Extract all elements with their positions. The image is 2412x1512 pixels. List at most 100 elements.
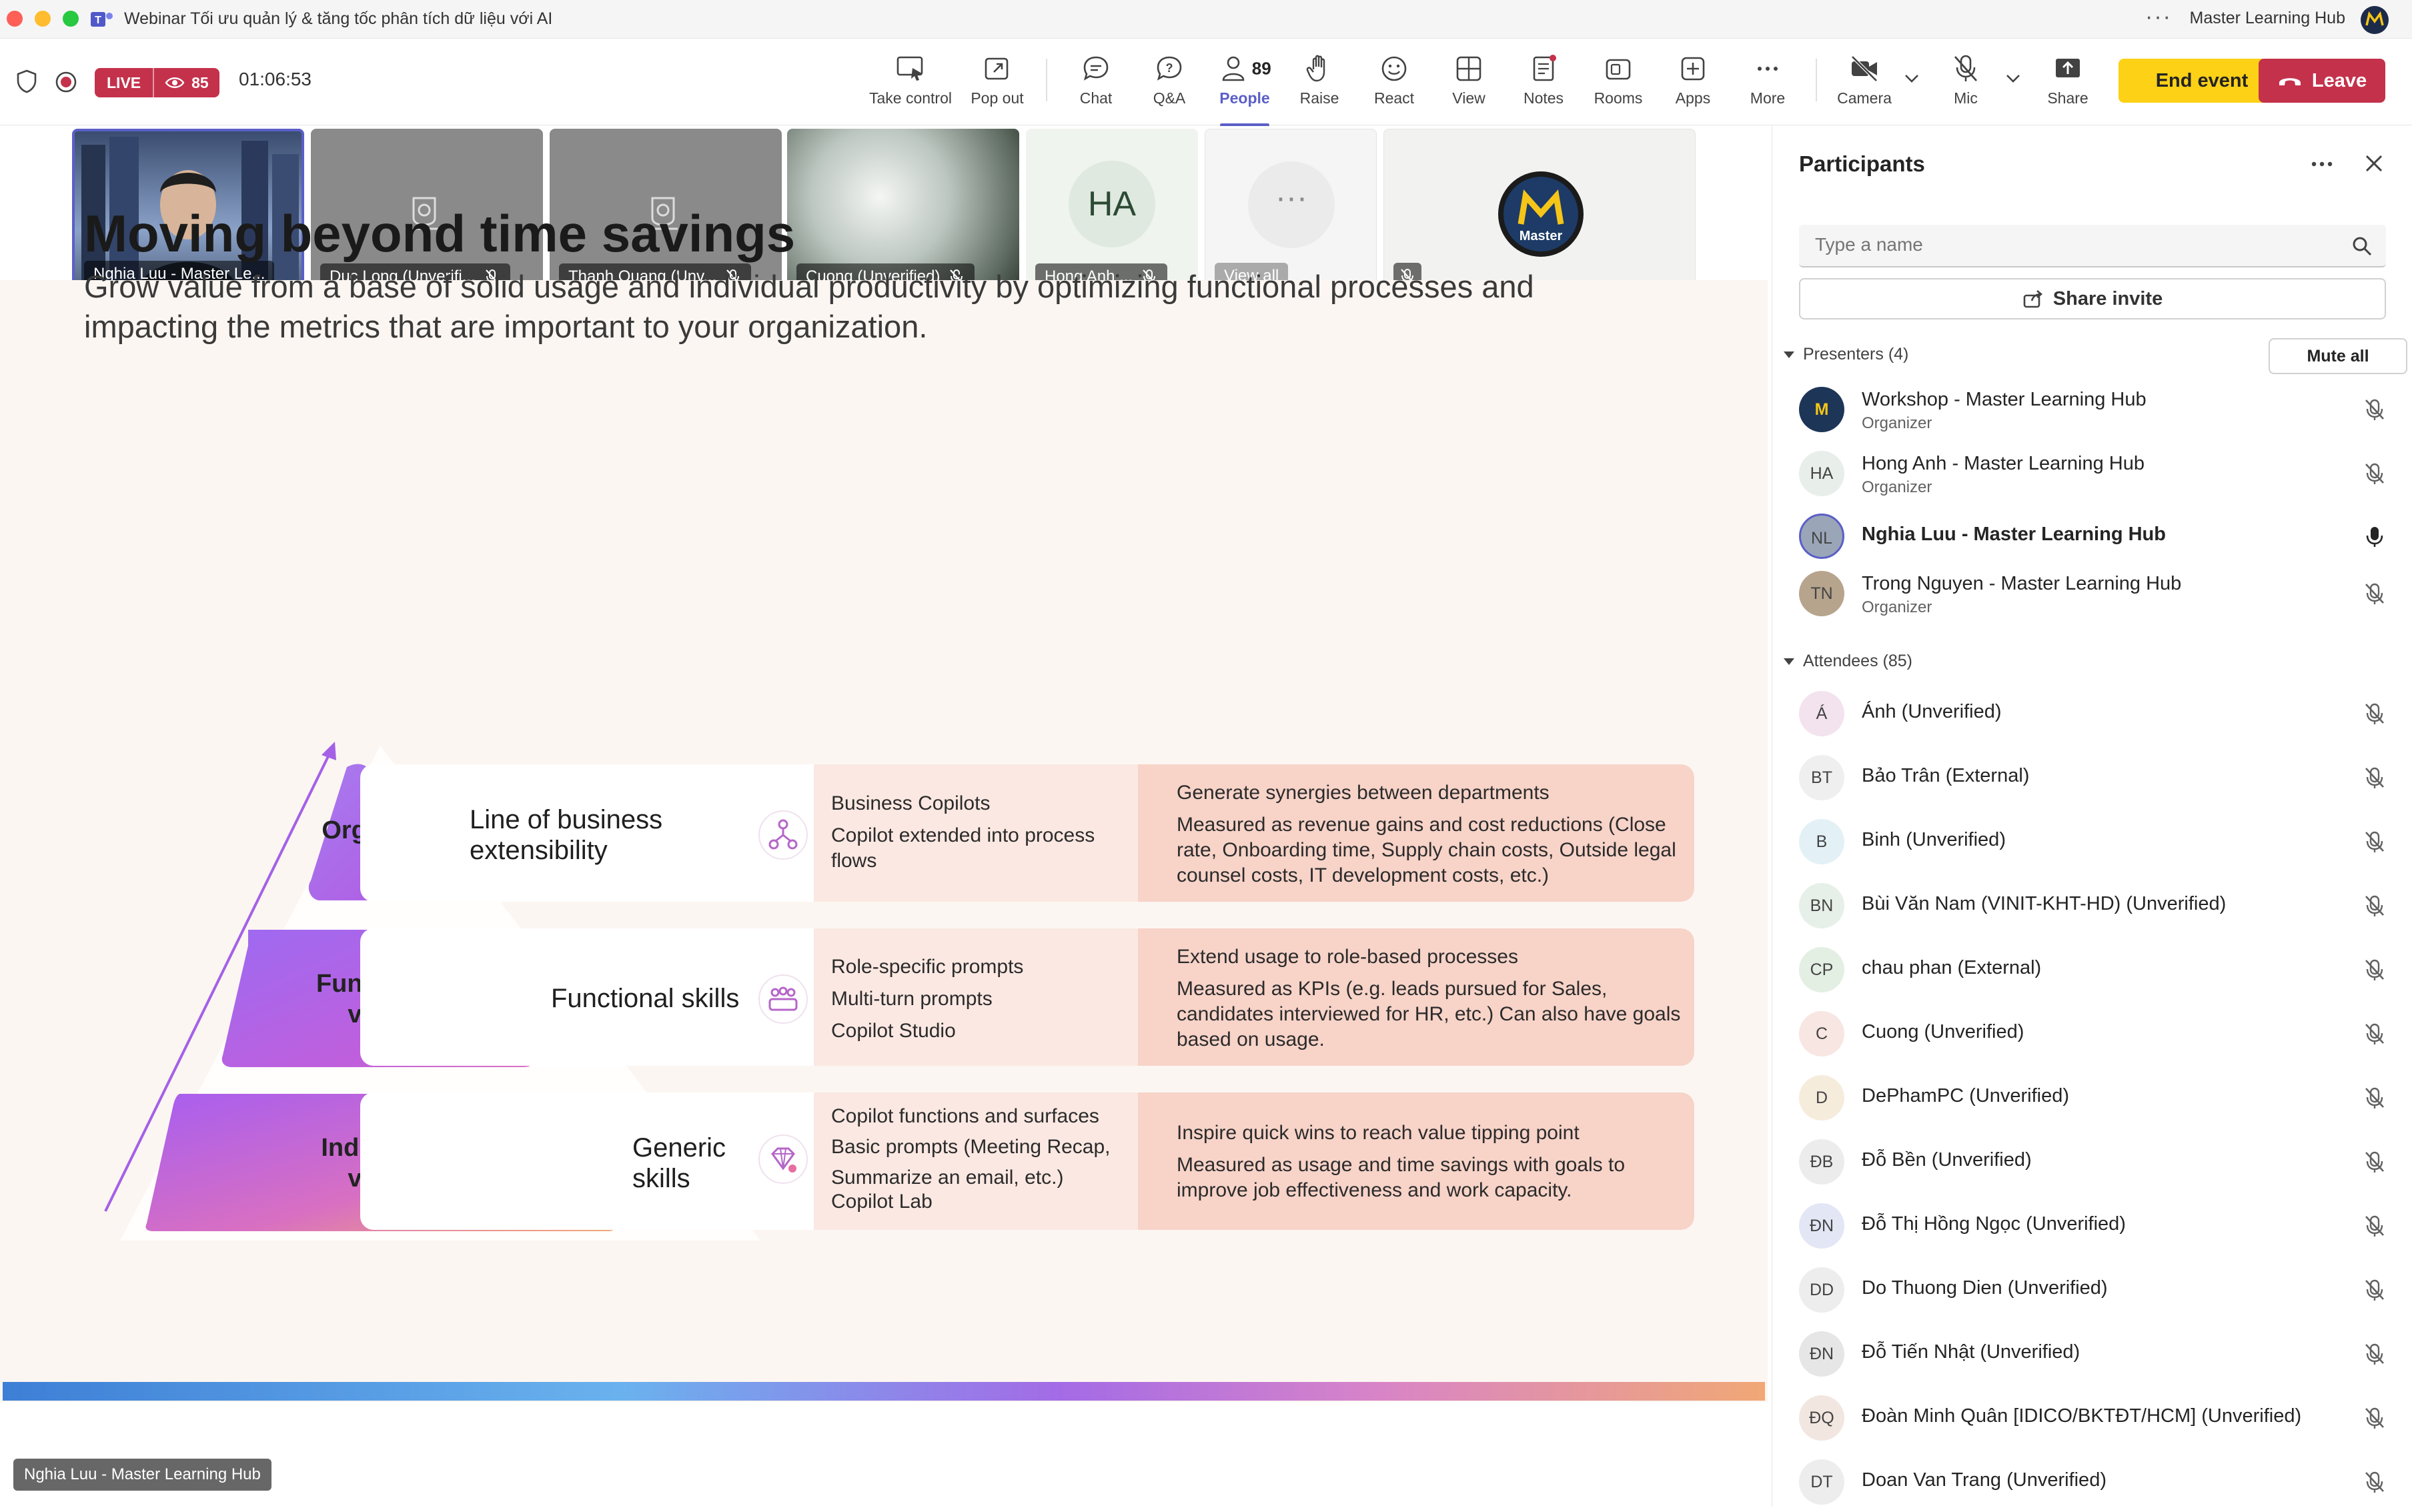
panel-more-icon[interactable]	[2310, 159, 2334, 169]
qa-label: Q&A	[1153, 89, 1186, 107]
participant-row[interactable]: ĐQ Đoàn Minh Quân [IDICO/BKTĐT/HCM] (Unve…	[1799, 1388, 2399, 1448]
participant-name: Binh (Unverified)	[1862, 829, 2006, 850]
avatar: TN	[1799, 571, 1844, 616]
zoom-window-button[interactable]	[63, 11, 79, 27]
presenters-label: Presenters (4)	[1803, 345, 1909, 363]
participant-name: Hong Anh - Master Learning Hub	[1862, 453, 2145, 474]
apps-button[interactable]: Apps	[1650, 53, 1736, 120]
mic-off-icon[interactable]	[2363, 1471, 2386, 1493]
skill-label-org: Line of business extensibility	[470, 805, 663, 865]
outcome-heading: Generate synergies between departments	[1177, 782, 1550, 804]
take-control-button[interactable]: Take control	[867, 53, 954, 120]
attendees-section-header[interactable]: Attendees (85)	[1783, 652, 1912, 671]
search-icon[interactable]	[2351, 235, 2373, 257]
outcome-heading: Inspire quick wins to reach value tippin…	[1177, 1122, 1580, 1144]
raise-hand-button[interactable]: Raise	[1276, 53, 1363, 120]
camera-button[interactable]: Camera	[1821, 53, 1908, 120]
participant-row[interactable]: NL Nghia Luu - Master Learning Hub	[1799, 506, 2399, 566]
slide-gradient-bar	[3, 1382, 1765, 1401]
org-name[interactable]: Master Learning Hub	[2190, 9, 2345, 28]
camera-label: Camera	[1837, 89, 1892, 107]
mic-on-icon[interactable]	[2363, 525, 2386, 548]
participant-row[interactable]: TN Trong Nguyen - Master Learning Hub Orga…	[1799, 564, 2399, 624]
mic-off-icon[interactable]	[2363, 1215, 2386, 1237]
more-options-icon[interactable]: ···	[2145, 4, 2172, 30]
mic-off-icon[interactable]	[2363, 1407, 2386, 1429]
profile-avatar-icon[interactable]	[2360, 5, 2389, 35]
share-screen-icon	[2056, 59, 2080, 77]
slide-subtitle: Grow value from a base of solid usage an…	[84, 269, 1534, 344]
mic-options-chevron-icon[interactable]	[2005, 73, 2021, 84]
avatar: DD	[1799, 1267, 1844, 1313]
minimize-window-button[interactable]	[35, 11, 51, 27]
presenters-section-header[interactable]: Presenters (4)	[1783, 345, 1908, 364]
mic-off-icon[interactable]	[2363, 894, 2386, 917]
shield-icon[interactable]	[16, 69, 37, 93]
emoji-icon	[1381, 56, 1407, 81]
outcome-body: Measured as revenue gains and cost reduc…	[1177, 814, 1676, 886]
mic-off-icon[interactable]	[2363, 830, 2386, 853]
participant-role: Organizer	[1862, 598, 1932, 616]
participant-search[interactable]	[1799, 225, 2386, 267]
rooms-button[interactable]: Rooms	[1575, 53, 1662, 120]
notes-label: Notes	[1523, 89, 1564, 107]
mute-all-button[interactable]: Mute all	[2269, 338, 2407, 374]
avatar: B	[1799, 819, 1844, 864]
participant-row[interactable]: ĐB Đỗ Bền (Unverified)	[1799, 1132, 2399, 1192]
participant-row[interactable]: ĐN Đỗ Tiến Nhật (Unverified)	[1799, 1324, 2399, 1384]
mic-off-icon[interactable]	[2363, 1086, 2386, 1109]
view-button[interactable]: View	[1425, 53, 1512, 120]
live-status-badge: LIVE 85	[95, 68, 219, 97]
mic-off-icon[interactable]	[2363, 702, 2386, 725]
participant-row[interactable]: M Workshop - Master Learning Hub Organizer	[1799, 380, 2399, 440]
mic-off-icon[interactable]	[2363, 1343, 2386, 1365]
close-window-button[interactable]	[7, 11, 23, 27]
more-button[interactable]: More	[1724, 53, 1811, 120]
mic-off-icon[interactable]	[2363, 398, 2386, 421]
participant-row[interactable]: HA Hong Anh - Master Learning Hub Organize…	[1799, 444, 2399, 504]
mic-off-icon[interactable]	[2363, 1279, 2386, 1301]
share-invite-button[interactable]: Share invite	[1799, 278, 2386, 319]
participant-name: Trong Nguyen - Master Learning Hub	[1862, 573, 2182, 594]
feature-item: Summarize an email, etc.)	[831, 1167, 1064, 1189]
participant-row[interactable]: C Cuong (Unverified)	[1799, 1004, 2399, 1064]
participant-row[interactable]: B Binh (Unverified)	[1799, 812, 2399, 872]
pop-out-icon	[985, 57, 1009, 80]
mic-button[interactable]: Mic	[1922, 53, 2009, 120]
svg-text:T: T	[95, 15, 101, 26]
notes-icon	[1533, 55, 1556, 81]
leave-button[interactable]: Leave	[2259, 59, 2385, 103]
qa-button[interactable]: ? Q&A	[1126, 53, 1213, 120]
slide-title: Moving beyond time savings	[84, 204, 796, 263]
pop-out-button[interactable]: Pop out	[954, 53, 1041, 120]
participant-row[interactable]: ĐN Đỗ Thị Hồng Ngọc (Unverified)	[1799, 1196, 2399, 1256]
master-logo: Master	[1498, 171, 1584, 257]
recording-icon[interactable]	[55, 71, 77, 93]
people-button[interactable]: 89 People	[1201, 53, 1288, 127]
participant-row[interactable]: D DePhamPC (Unverified)	[1799, 1068, 2399, 1128]
mic-off-icon[interactable]	[2363, 1022, 2386, 1045]
close-icon[interactable]	[2363, 153, 2385, 174]
mic-off-icon[interactable]	[2363, 1151, 2386, 1173]
participant-row[interactable]: BN Bùi Văn Nam (VINIT-KHT-HD) (Unverified…	[1799, 876, 2399, 936]
view-label: View	[1452, 89, 1485, 107]
participant-row[interactable]: CP chau phan (External)	[1799, 940, 2399, 1000]
outcome-functional: Extend usage to role-based processes Mea…	[1177, 944, 1684, 1052]
participant-row[interactable]: BT Bảo Trân (External)	[1799, 748, 2399, 808]
share-button[interactable]: Share	[2024, 53, 2111, 120]
participant-row[interactable]: Á Ánh (Unverified)	[1799, 684, 2399, 744]
participant-name: chau phan (External)	[1862, 957, 2042, 978]
avatar: M	[1799, 387, 1844, 432]
mic-off-icon[interactable]	[2363, 766, 2386, 789]
mic-off-icon[interactable]	[2363, 462, 2386, 485]
notes-button[interactable]: Notes	[1500, 53, 1587, 120]
participant-row[interactable]: DT Doan Van Trang (Unverified)	[1799, 1452, 2399, 1512]
search-input[interactable]	[1799, 225, 2333, 265]
react-button[interactable]: React	[1351, 53, 1437, 120]
participant-name: Do Thuong Dien (Unverified)	[1862, 1277, 2108, 1299]
mic-off-icon[interactable]	[2363, 582, 2386, 605]
avatar: C	[1799, 1011, 1844, 1056]
mic-off-icon[interactable]	[2363, 958, 2386, 981]
camera-options-chevron-icon[interactable]	[1904, 73, 1920, 84]
participant-row[interactable]: DD Do Thuong Dien (Unverified)	[1799, 1260, 2399, 1320]
